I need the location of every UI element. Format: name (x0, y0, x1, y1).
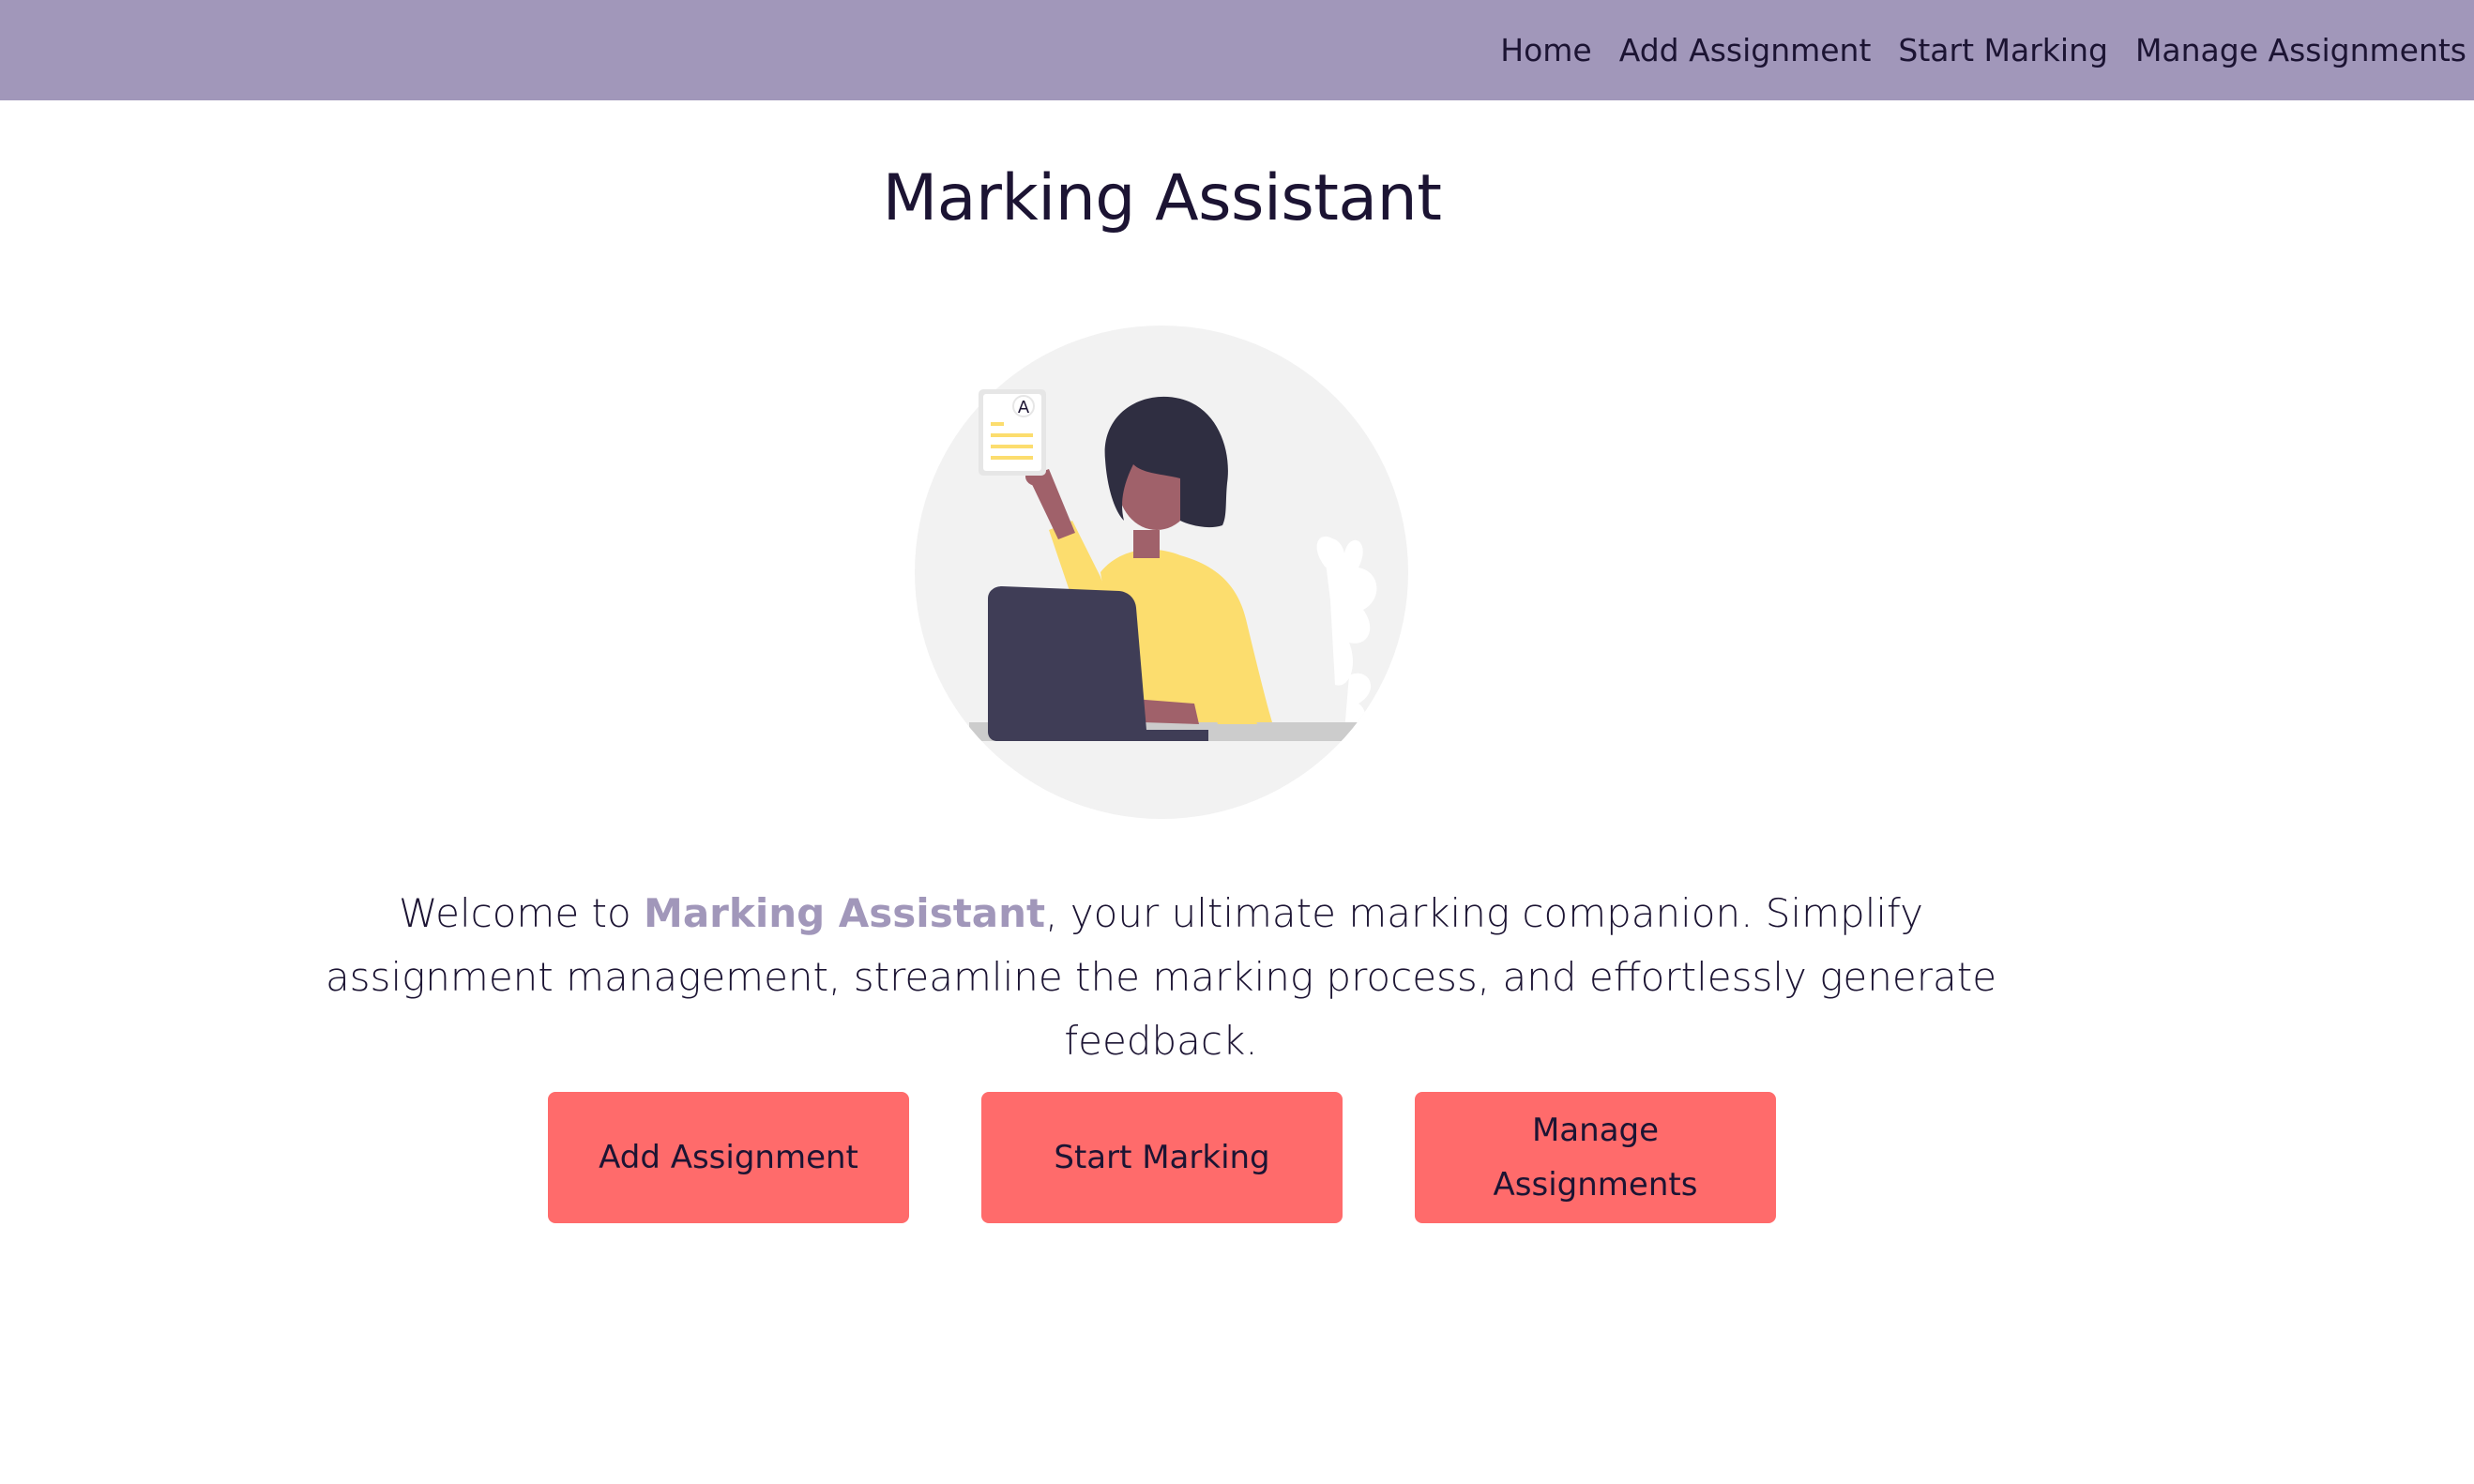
action-buttons: Add Assignment Start Marking Manage Assi… (548, 1092, 1776, 1223)
intro-prefix: Welcome to (399, 890, 645, 936)
page-title: Marking Assistant (882, 161, 1442, 235)
intro-brand-name: Marking Assistant (644, 890, 1046, 936)
add-assignment-button[interactable]: Add Assignment (548, 1092, 909, 1223)
nav-link-start-marking[interactable]: Start Marking (1898, 32, 2108, 68)
hero-illustration: A (908, 319, 1415, 825)
nav-link-home[interactable]: Home (1500, 32, 1591, 68)
nav-links: Home Add Assignment Start Marking Manage… (1500, 0, 2466, 100)
start-marking-button[interactable]: Start Marking (981, 1092, 1343, 1223)
top-navbar: Home Add Assignment Start Marking Manage… (0, 0, 2474, 100)
manage-assignments-button[interactable]: Manage Assignments (1415, 1092, 1776, 1223)
nav-link-add-assignment[interactable]: Add Assignment (1619, 32, 1872, 68)
intro-text: Welcome to Marking Assistant, your ultim… (310, 882, 2012, 1073)
nav-link-manage-assignments[interactable]: Manage Assignments (2135, 32, 2466, 68)
person-marking-assignment-illustration-icon: A (915, 326, 1408, 819)
document-grade: A (1018, 398, 1030, 417)
